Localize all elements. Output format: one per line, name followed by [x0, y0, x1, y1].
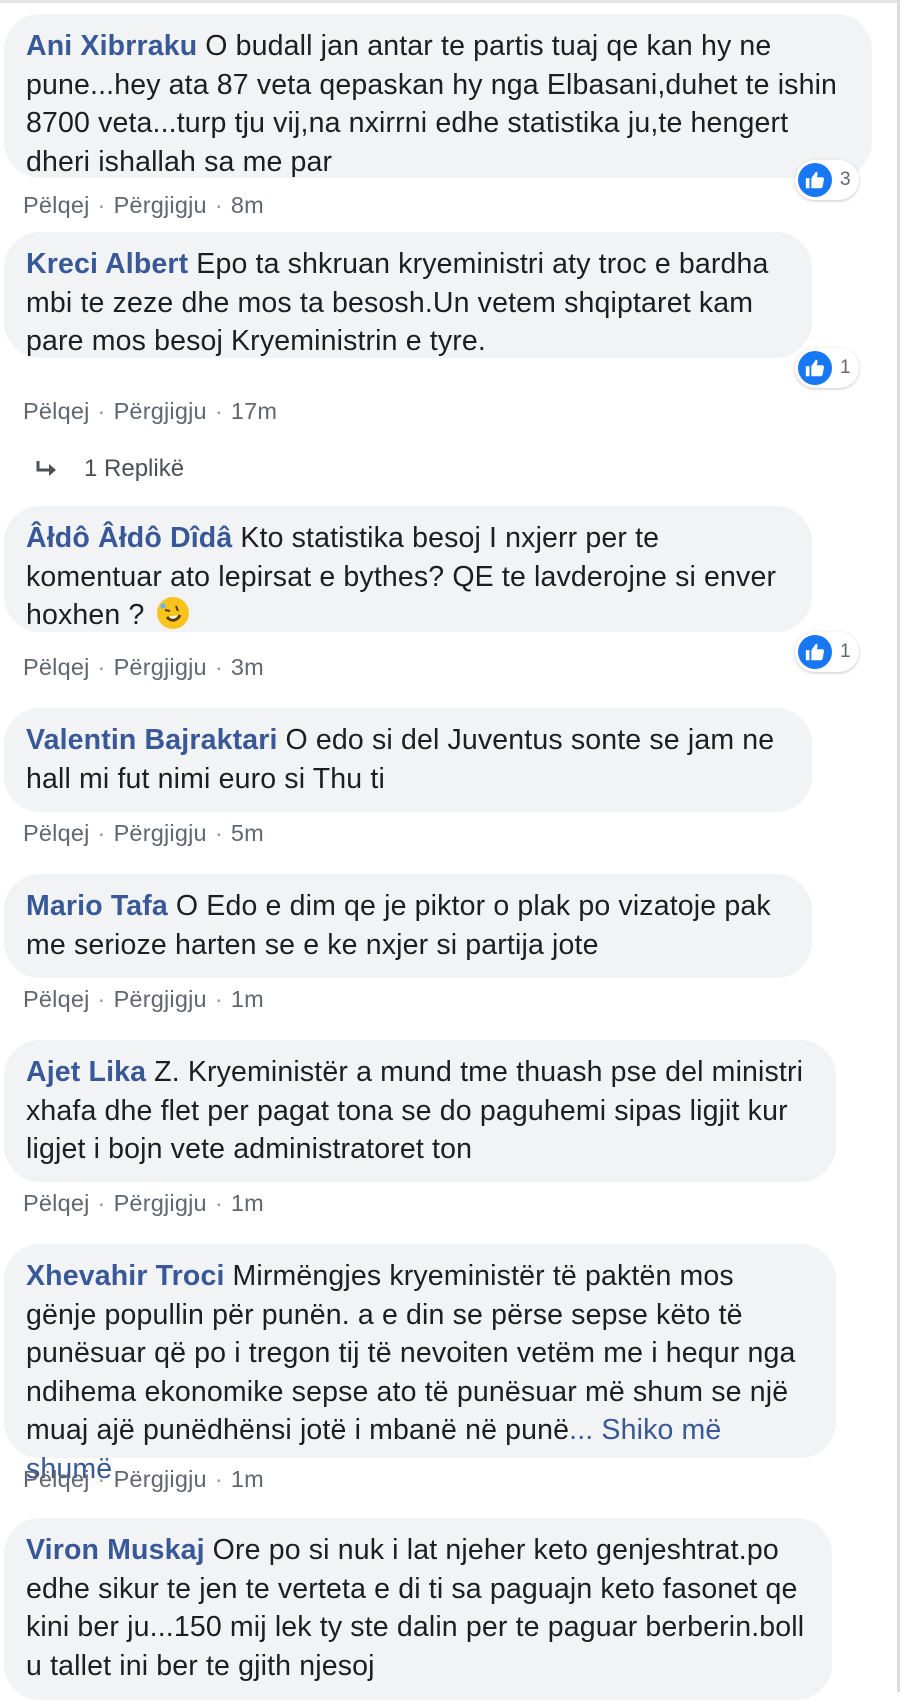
separator-dot: · [97, 1466, 106, 1492]
separator-dot: · [214, 654, 223, 680]
separator-dot: · [97, 654, 106, 680]
reaction-summary[interactable]: 1 [795, 632, 859, 672]
like-icon [798, 351, 832, 385]
reaction-count: 1 [840, 357, 851, 378]
comment-time[interactable]: 8m [231, 192, 264, 219]
comment-time[interactable]: 5m [231, 820, 264, 847]
comment-actions: Pëlqej · Përgjigju · 1m [23, 986, 264, 1013]
like-link[interactable]: Pëlqej [23, 1466, 90, 1493]
comment-actions: Pëlqej · Përgjigju · 1m [23, 1466, 264, 1493]
reply-link[interactable]: Përgjigju [114, 654, 207, 681]
like-icon [798, 163, 832, 197]
comment-actions: Pëlqej · Përgjigju · 3m [23, 654, 264, 681]
reply-arrow-icon [36, 461, 56, 476]
comment-time[interactable]: 3m [231, 654, 264, 681]
like-link[interactable]: Pëlqej [23, 398, 90, 425]
reply-link[interactable]: Përgjigju [114, 1466, 207, 1493]
like-link[interactable]: Pëlqej [23, 1190, 90, 1217]
comment-author[interactable]: Ani Xibrraku [26, 30, 197, 62]
comment-author[interactable]: Valentin Bajraktari [26, 724, 278, 756]
replies-count[interactable]: 1 Replikë [84, 455, 184, 483]
comment-time[interactable]: 1m [231, 986, 264, 1013]
reply-link[interactable]: Përgjigju [114, 398, 207, 425]
separator-dot: · [97, 820, 106, 846]
reply-link[interactable]: Përgjigju [114, 1190, 207, 1217]
comment-author[interactable]: Âłdô Âłdô Dîdâ [26, 522, 232, 554]
comment-time[interactable]: 1m [231, 1190, 264, 1217]
separator-dot: · [214, 192, 223, 218]
comment-bubble: Xhevahir Troci Mirmëngjes kryeministër të… [4, 1244, 836, 1485]
separator-dot: · [97, 192, 106, 218]
comment-author[interactable]: Viron Muskaj [26, 1534, 205, 1566]
comment-bubble: Viron Muskaj Ore po si nuk i lat njeher k… [4, 1518, 832, 1700]
comment-bubble: Ani Xibrraku O budall jan antar te partis… [4, 14, 872, 178]
comment-actions: Pëlqej · Përgjigju · 17m [23, 398, 277, 425]
reply-link[interactable]: Përgjigju [114, 986, 207, 1013]
comment-bubble: Âłdô Âłdô Dîdâ Kto statistika besoj I nxj… [4, 506, 812, 632]
comment-time[interactable]: 1m [231, 1466, 264, 1493]
separator-dot: · [97, 986, 106, 1012]
top-divider [0, 0, 900, 3]
rolling-laughing-emoji-icon [156, 597, 189, 629]
like-link[interactable]: Pëlqej [23, 654, 90, 681]
separator-dot: · [214, 1466, 223, 1492]
comment-author[interactable]: Kreci Albert [26, 248, 188, 280]
like-link[interactable]: Pëlqej [23, 192, 90, 219]
comment-bubble: Ajet Lika Z. Kryeministër a mund tme thua… [4, 1040, 836, 1182]
comment-author[interactable]: Mario Tafa [26, 890, 168, 922]
reply-link[interactable]: Përgjigju [114, 820, 207, 847]
separator-dot: · [97, 398, 106, 424]
comment-actions: Pëlqej · Përgjigju · 8m [23, 192, 264, 219]
reaction-count: 1 [840, 641, 851, 662]
like-icon [798, 635, 832, 669]
separator-dot: · [214, 1190, 223, 1216]
like-link[interactable]: Pëlqej [23, 820, 90, 847]
separator-dot: · [97, 1190, 106, 1216]
reaction-summary[interactable]: 3 [795, 160, 859, 200]
comment-bubble: Mario Tafa O Edo e dim qe je piktor o pla… [4, 874, 812, 978]
separator-dot: · [214, 398, 223, 424]
comment-thread: Ani Xibrraku O budall jan antar te partis… [0, 0, 900, 1700]
comment-bubble: Valentin Bajraktari O edo si del Juventus… [4, 708, 812, 812]
reaction-summary[interactable]: 1 [795, 348, 859, 388]
comment-actions: Pëlqej · Përgjigju · 1m [23, 1190, 264, 1217]
comment-author[interactable]: Xhevahir Troci [26, 1260, 225, 1292]
reply-link[interactable]: Përgjigju [114, 192, 207, 219]
separator-dot: · [214, 986, 223, 1012]
comment-author[interactable]: Ajet Lika [26, 1056, 146, 1088]
view-replies[interactable]: 1 Replikë [34, 455, 184, 483]
comment-bubble: Kreci Albert Epo ta shkruan kryeministri … [4, 232, 812, 358]
like-link[interactable]: Pëlqej [23, 986, 90, 1013]
comment-actions: Pëlqej · Përgjigju · 5m [23, 820, 264, 847]
separator-dot: · [214, 820, 223, 846]
reaction-count: 3 [840, 169, 851, 190]
comment-time[interactable]: 17m [231, 398, 277, 425]
